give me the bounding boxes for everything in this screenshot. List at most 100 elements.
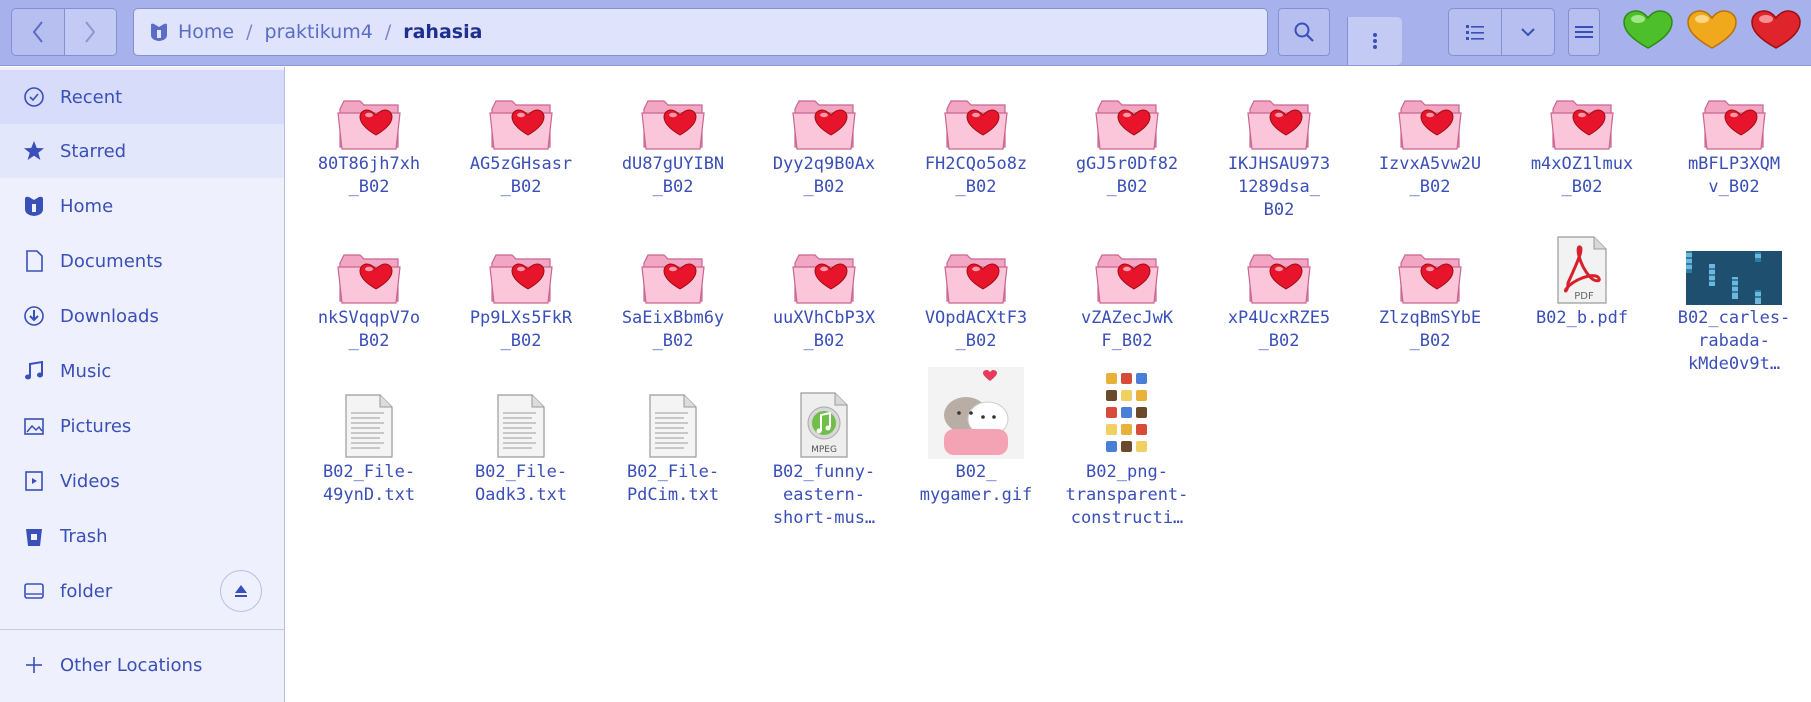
file-item[interactable]: B02_File- PdCim.txt bbox=[598, 385, 748, 507]
file-name: B02_carles- rabada- kMde0v9t… bbox=[1677, 308, 1791, 374]
folder-item[interactable]: VOpdACXtF3 _B02 bbox=[901, 231, 1051, 353]
search-icon bbox=[1294, 22, 1314, 42]
breadcrumb-separator: / bbox=[246, 21, 253, 43]
main-menu-button[interactable] bbox=[1568, 8, 1600, 56]
folder-item[interactable]: xP4UcxRZE5 _B02 bbox=[1204, 231, 1354, 353]
sidebar-item-label: Trash bbox=[60, 525, 108, 547]
music-icon bbox=[22, 359, 46, 383]
folder-item[interactable]: mBFLP3XQM v_B02 bbox=[1659, 77, 1809, 199]
cat-gif-thumbnail-icon bbox=[928, 367, 1024, 459]
image-thumbnail-icon bbox=[1686, 251, 1782, 305]
sidebar-item-starred[interactable]: Starred bbox=[0, 124, 284, 178]
file-thumbnail bbox=[749, 231, 899, 305]
file-thumbnail bbox=[901, 77, 1051, 151]
breadcrumb-home[interactable]: Home bbox=[170, 21, 242, 43]
chevron-right-icon bbox=[85, 21, 96, 43]
heart-folder-icon bbox=[641, 254, 705, 304]
file-name: dU87gUYIBN _B02 bbox=[621, 154, 725, 197]
sidebar-item-videos[interactable]: Videos bbox=[0, 454, 284, 508]
file-item[interactable]: B02_carles- rabada- kMde0v9t… bbox=[1659, 231, 1809, 376]
folder-item[interactable]: SaEixBbm6y _B02 bbox=[598, 231, 748, 353]
file-name: IKJHSAU973 1289dsa_ B02 bbox=[1227, 154, 1331, 220]
navigation-buttons bbox=[11, 8, 117, 56]
folder-item[interactable]: FH2CQo5o8z _B02 bbox=[901, 77, 1051, 199]
file-item[interactable]: B02_File- Oadk3.txt bbox=[446, 385, 596, 507]
file-name: VOpdACXtF3 _B02 bbox=[924, 308, 1028, 351]
folder-item[interactable]: AG5zGHsasr _B02 bbox=[446, 77, 596, 199]
png-thumbnail-icon bbox=[1102, 367, 1152, 459]
breadcrumb-rahasia[interactable]: rahasia bbox=[395, 21, 490, 43]
folder-item[interactable]: dU87gUYIBN _B02 bbox=[598, 77, 748, 199]
sidebar-item-other-locations[interactable]: Other Locations bbox=[0, 638, 284, 692]
folder-item[interactable]: vZAZecJwK F_B02 bbox=[1052, 231, 1202, 353]
back-button[interactable] bbox=[12, 9, 64, 55]
file-name: B02_ mygamer.gif bbox=[919, 462, 1033, 505]
file-name: B02_File- Oadk3.txt bbox=[474, 462, 568, 505]
pictures-icon bbox=[22, 414, 46, 438]
sidebar-item-documents[interactable]: Documents bbox=[0, 234, 284, 288]
heart-folder-icon bbox=[641, 100, 705, 150]
file-thumbnail bbox=[1204, 231, 1354, 305]
file-item[interactable]: B02_ mygamer.gif bbox=[901, 367, 1051, 507]
folder-item[interactable]: m4xOZ1lmux _B02 bbox=[1507, 77, 1657, 199]
sidebar-item-recent[interactable]: Recent bbox=[0, 70, 284, 124]
file-name: SaEixBbm6y _B02 bbox=[621, 308, 725, 351]
sidebar-item-label: Starred bbox=[60, 140, 127, 162]
list-view-button[interactable] bbox=[1449, 9, 1501, 55]
folder-item[interactable]: ZlzqBmSYbE _B02 bbox=[1355, 231, 1505, 353]
folder-item[interactable]: Dyy2q9B0Ax _B02 bbox=[749, 77, 899, 199]
sidebar-item-trash[interactable]: Trash bbox=[0, 509, 284, 563]
pdf-badge: PDF bbox=[1574, 291, 1594, 302]
folder-item[interactable]: uuXVhCbP3X _B02 bbox=[749, 231, 899, 353]
file-name: m4xOZ1lmux _B02 bbox=[1530, 154, 1634, 197]
file-thumbnail bbox=[446, 231, 596, 305]
heart-folder-icon bbox=[1398, 100, 1462, 150]
sidebar-item-downloads[interactable]: Downloads bbox=[0, 289, 284, 343]
sidebar-item-pictures[interactable]: Pictures bbox=[0, 399, 284, 453]
audio-file-icon: MPEG bbox=[800, 392, 848, 458]
trash-icon bbox=[22, 524, 46, 548]
hamburger-menu-icon bbox=[1575, 26, 1593, 38]
file-item[interactable]: PDF B02_b.pdf bbox=[1507, 231, 1657, 330]
file-thumbnail bbox=[446, 385, 596, 459]
download-icon bbox=[22, 304, 46, 328]
folder-item[interactable]: IzvxA5vw2U _B02 bbox=[1355, 77, 1505, 199]
file-item[interactable]: MPEG B02_funny- eastern- short-mus… bbox=[749, 385, 899, 530]
sidebar-item-home[interactable]: Home bbox=[0, 179, 284, 233]
folder-item[interactable]: IKJHSAU973 1289dsa_ B02 bbox=[1204, 77, 1354, 222]
file-item[interactable]: B02_png- transparent- constructi… bbox=[1052, 367, 1202, 530]
file-thumbnail bbox=[1355, 231, 1505, 305]
minimize-heart-icon[interactable] bbox=[1622, 10, 1674, 50]
pdf-file-icon: PDF bbox=[1557, 236, 1607, 304]
file-thumbnail bbox=[1052, 231, 1202, 305]
file-thumbnail bbox=[598, 77, 748, 151]
sidebar-item-label: Home bbox=[60, 195, 114, 217]
breadcrumb-praktikum4[interactable]: praktikum4 bbox=[257, 21, 381, 43]
breadcrumb-separator: / bbox=[384, 21, 392, 43]
file-thumbnail bbox=[749, 77, 899, 151]
file-thumbnail bbox=[446, 77, 596, 151]
heart-folder-icon bbox=[792, 100, 856, 150]
path-menu-button[interactable] bbox=[1347, 17, 1402, 65]
forward-button[interactable] bbox=[63, 9, 116, 55]
folder-item[interactable]: Pp9LXs5FkR _B02 bbox=[446, 231, 596, 353]
file-thumbnail bbox=[1507, 77, 1657, 151]
sidebar-item-music[interactable]: Music bbox=[0, 344, 284, 398]
file-name: Pp9LXs5FkR _B02 bbox=[469, 308, 573, 351]
file-thumbnail bbox=[1204, 77, 1354, 151]
close-heart-icon[interactable] bbox=[1750, 10, 1802, 50]
mpeg-badge: MPEG bbox=[811, 445, 837, 455]
eject-button[interactable] bbox=[220, 570, 262, 612]
home-icon bbox=[151, 23, 167, 41]
sidebar-item-label: Music bbox=[60, 360, 112, 382]
file-item[interactable]: B02_File- 49ynD.txt bbox=[294, 385, 444, 507]
view-options-dropdown[interactable] bbox=[1501, 9, 1554, 55]
folder-item[interactable]: nkSVqqpV7o _B02 bbox=[294, 231, 444, 353]
maximize-heart-icon[interactable] bbox=[1686, 10, 1738, 50]
folder-item[interactable]: gGJ5r0Df82 _B02 bbox=[1052, 77, 1202, 199]
folder-item[interactable]: 80T86jh7xh _B02 bbox=[294, 77, 444, 199]
file-thumbnail: PDF bbox=[1507, 231, 1657, 305]
chevron-down-icon bbox=[1521, 28, 1535, 37]
search-button[interactable] bbox=[1278, 8, 1330, 56]
file-name: B02_b.pdf bbox=[1535, 308, 1629, 328]
